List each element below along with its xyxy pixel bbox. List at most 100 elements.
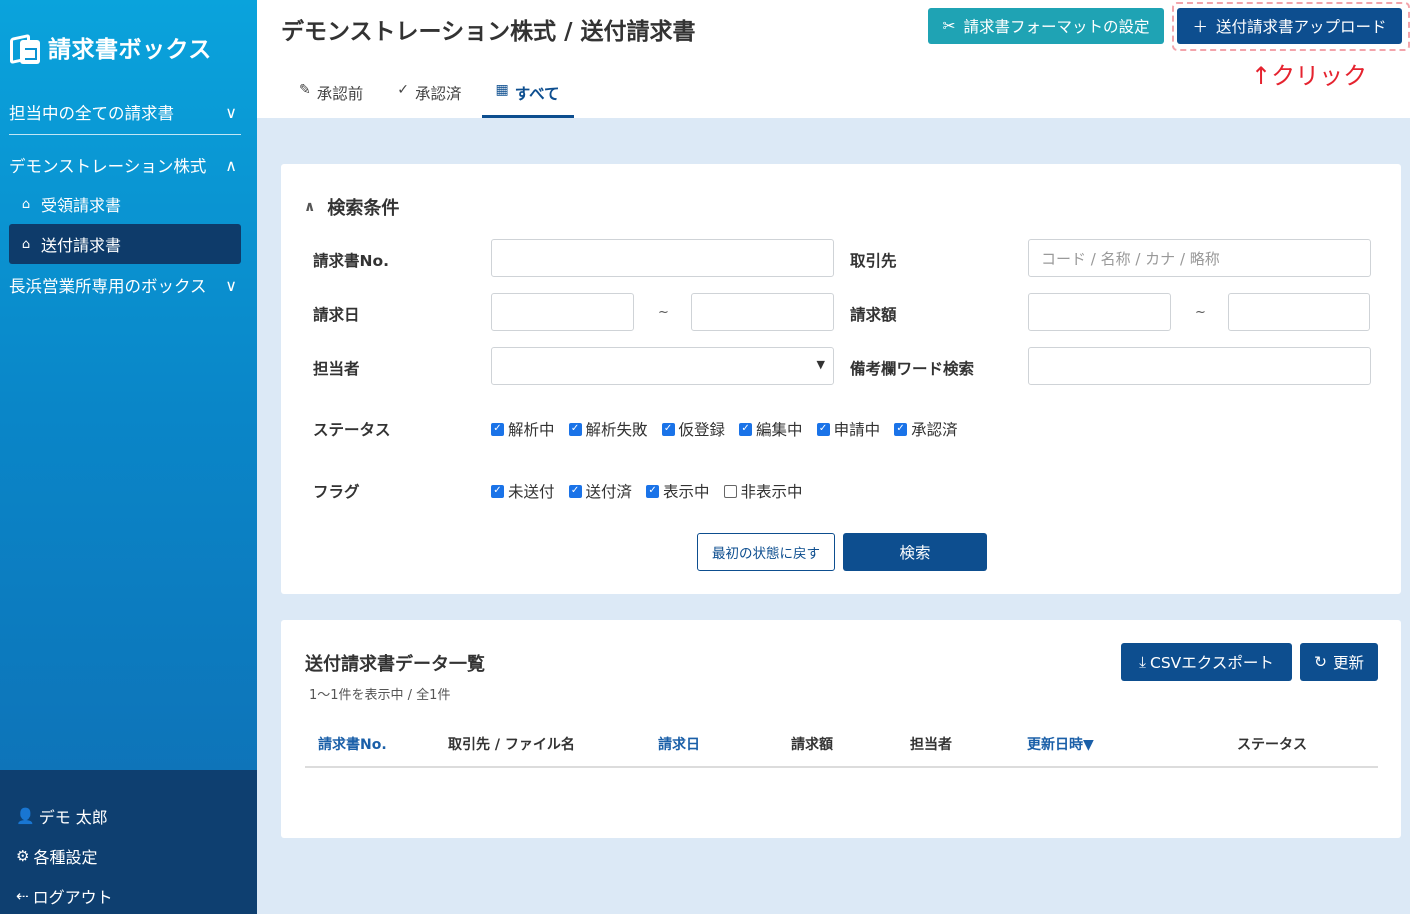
- gear-icon: ⚙: [16, 847, 30, 865]
- button-label: 更新: [1332, 654, 1364, 672]
- checkbox-icon: ✓: [661, 422, 675, 436]
- logout-icon: ⇠: [16, 887, 29, 905]
- memo-search-label: 備考欄ワード検索: [850, 360, 975, 378]
- memo-search-input[interactable]: [1028, 347, 1371, 385]
- checkbox-icon: ✓: [739, 422, 753, 436]
- tab-all[interactable]: ▦ すべて: [481, 78, 574, 118]
- checkbox-label: 仮登録: [678, 421, 726, 439]
- checkbox-label: 解析中: [508, 421, 555, 439]
- flag-checkbox-unsent[interactable]: ✓ 未送付: [491, 480, 555, 502]
- status-checkbox-editing[interactable]: ✓ 編集中: [739, 418, 803, 440]
- result-count: 1〜1件を表示中 / 全1件: [309, 688, 451, 703]
- range-separator: ~: [1195, 305, 1206, 320]
- refresh-button[interactable]: ↻ 更新: [1300, 643, 1378, 681]
- grid-icon: ▦: [495, 82, 509, 98]
- user-profile-link[interactable]: 👤 デモ 太郎: [16, 804, 108, 828]
- column-header-invoice-date[interactable]: 請求日: [658, 734, 700, 754]
- status-checkbox-applying[interactable]: ✓ 申請中: [816, 418, 881, 440]
- column-header-amount: 請求額: [791, 737, 833, 753]
- search-panel-toggle[interactable]: ∧ 検索条件: [304, 194, 399, 220]
- checkbox-icon: ✓: [568, 484, 582, 498]
- tab-approved[interactable]: ✓ 承認済: [383, 78, 475, 118]
- flag-checkbox-visible[interactable]: ✓ 表示中: [646, 480, 710, 502]
- flag-checkbox-group: ✓ 未送付 ✓ 送付済 ✓ 表示中 非表示中: [491, 480, 817, 502]
- column-header-updated-at[interactable]: 更新日時▼: [1027, 734, 1094, 754]
- upload-sent-invoice-button[interactable]: ＋ 送付請求書アップロード: [1177, 8, 1402, 44]
- checkbox-icon: ✓: [491, 422, 504, 436]
- logout-link[interactable]: ⇠ ログアウト: [16, 884, 113, 908]
- status-checkbox-group: ✓ 解析中 ✓ 解析失敗 ✓ 仮登録 ✓ 編集中 ✓ 申請中 ✓ 承認済: [491, 418, 972, 440]
- checkbox-icon: ✓: [568, 422, 582, 436]
- assignee-select[interactable]: ▼: [491, 347, 834, 385]
- status-checkbox-analysis-failed[interactable]: ✓ 解析失敗: [568, 418, 648, 440]
- status-label: ステータス: [313, 421, 391, 439]
- settings-label: 各種設定: [33, 848, 98, 867]
- invoice-format-settings-button[interactable]: ✂ 請求書フォーマットの設定: [928, 8, 1164, 44]
- button-label: CSVエクスポート: [1150, 654, 1274, 672]
- flag-checkbox-sent[interactable]: ✓ 送付済: [568, 480, 632, 502]
- settings-link[interactable]: ⚙ 各種設定: [16, 844, 97, 868]
- invoice-no-label: 請求書No.: [313, 252, 390, 270]
- tools-icon: ✂: [942, 17, 956, 35]
- sidebar: 請求書ボックス 担当中の全ての請求書 ∨ デモンストレーション株式 ∧ ⌂ 受領…: [0, 0, 257, 914]
- table-header-divider: [305, 766, 1378, 768]
- checkbox-label: 申請中: [833, 421, 881, 439]
- section-title: 検索条件: [327, 198, 400, 219]
- checkbox-icon: ✓: [491, 484, 504, 498]
- column-header-status: ステータス: [1237, 737, 1307, 753]
- client-label: 取引先: [850, 252, 897, 270]
- tab-label: 承認済: [414, 85, 462, 103]
- amount-label: 請求額: [850, 306, 897, 324]
- checkbox-icon: ✓: [894, 422, 908, 436]
- search-panel: ∧ 検索条件 請求書No. 取引先 コード / 名称 / カナ / 略称 請求日…: [281, 164, 1401, 594]
- checkbox-label: 承認済: [911, 421, 958, 439]
- sidebar-item-label: 受領請求書: [41, 196, 122, 215]
- invoice-no-input[interactable]: [491, 239, 834, 277]
- app-logo[interactable]: 請求書ボックス: [10, 30, 212, 65]
- checkbox-icon: ✓: [646, 484, 660, 498]
- tab-label: すべて: [514, 85, 560, 103]
- client-input[interactable]: コード / 名称 / カナ / 略称: [1028, 239, 1371, 277]
- nav-group-nagahama-box[interactable]: 長浜営業所専用のボックス ∨: [9, 273, 241, 297]
- csv-export-button[interactable]: ⤓ CSVエクスポート: [1121, 643, 1292, 681]
- page-title: デモンストレーション株式 / 送付請求書: [281, 19, 696, 45]
- sidebar-item-sent-invoices[interactable]: ⌂ 送付請求書: [9, 224, 241, 264]
- chevron-down-icon: ∨: [225, 275, 237, 295]
- refresh-icon: ↻: [1313, 653, 1327, 671]
- checkbox-label: 未送付: [508, 483, 555, 501]
- nav-group-label: 担当中の全ての請求書: [9, 104, 174, 123]
- status-checkbox-approved[interactable]: ✓ 承認済: [894, 418, 958, 440]
- column-header-invoice-no[interactable]: 請求書No.: [318, 734, 387, 754]
- amount-to-input[interactable]: [1228, 293, 1370, 331]
- nav-group-demo-company[interactable]: デモンストレーション株式 ∧: [9, 153, 241, 177]
- tab-before-approval[interactable]: ✎ 承認前: [285, 78, 377, 118]
- status-checkbox-analyzing[interactable]: ✓ 解析中: [491, 418, 555, 440]
- divider: [9, 134, 241, 135]
- nav-group-all-invoices[interactable]: 担当中の全ての請求書 ∨: [9, 100, 241, 124]
- invoice-date-label: 請求日: [313, 306, 360, 324]
- invoice-date-from-input[interactable]: [491, 293, 634, 331]
- checkbox-label: 編集中: [756, 421, 803, 439]
- caret-down-icon: ▼: [816, 358, 825, 371]
- checkbox-icon: [723, 484, 737, 498]
- reset-button[interactable]: 最初の状態に戻す: [697, 533, 835, 571]
- chevron-down-icon: ∨: [225, 102, 237, 122]
- page-header: デモンストレーション株式 / 送付請求書 ✂ 請求書フォーマットの設定 ＋ 送付…: [257, 0, 1410, 118]
- inbox-icon: ⌂: [21, 196, 31, 212]
- download-icon: ⤓: [1139, 652, 1147, 671]
- range-separator: ~: [658, 305, 669, 320]
- nav-group-label: 長浜営業所専用のボックス: [9, 277, 207, 296]
- status-checkbox-provisional[interactable]: ✓ 仮登録: [661, 418, 726, 440]
- logo-icon: [10, 30, 40, 65]
- flag-checkbox-hidden[interactable]: 非表示中: [723, 480, 803, 502]
- chevron-up-icon: ∧: [225, 155, 237, 175]
- list-title: 送付請求書データ一覧: [305, 654, 485, 675]
- amount-from-input[interactable]: [1028, 293, 1171, 331]
- column-header-client-file: 取引先 / ファイル名: [448, 737, 575, 753]
- sidebar-item-received-invoices[interactable]: ⌂ 受領請求書: [9, 184, 241, 224]
- inbox-icon: ⌂: [21, 236, 31, 252]
- search-button[interactable]: 検索: [843, 533, 987, 571]
- invoice-date-to-input[interactable]: [691, 293, 834, 331]
- user-icon: 👤: [16, 807, 35, 825]
- status-tabs: ✎ 承認前 ✓ 承認済 ▦ すべて: [285, 78, 580, 118]
